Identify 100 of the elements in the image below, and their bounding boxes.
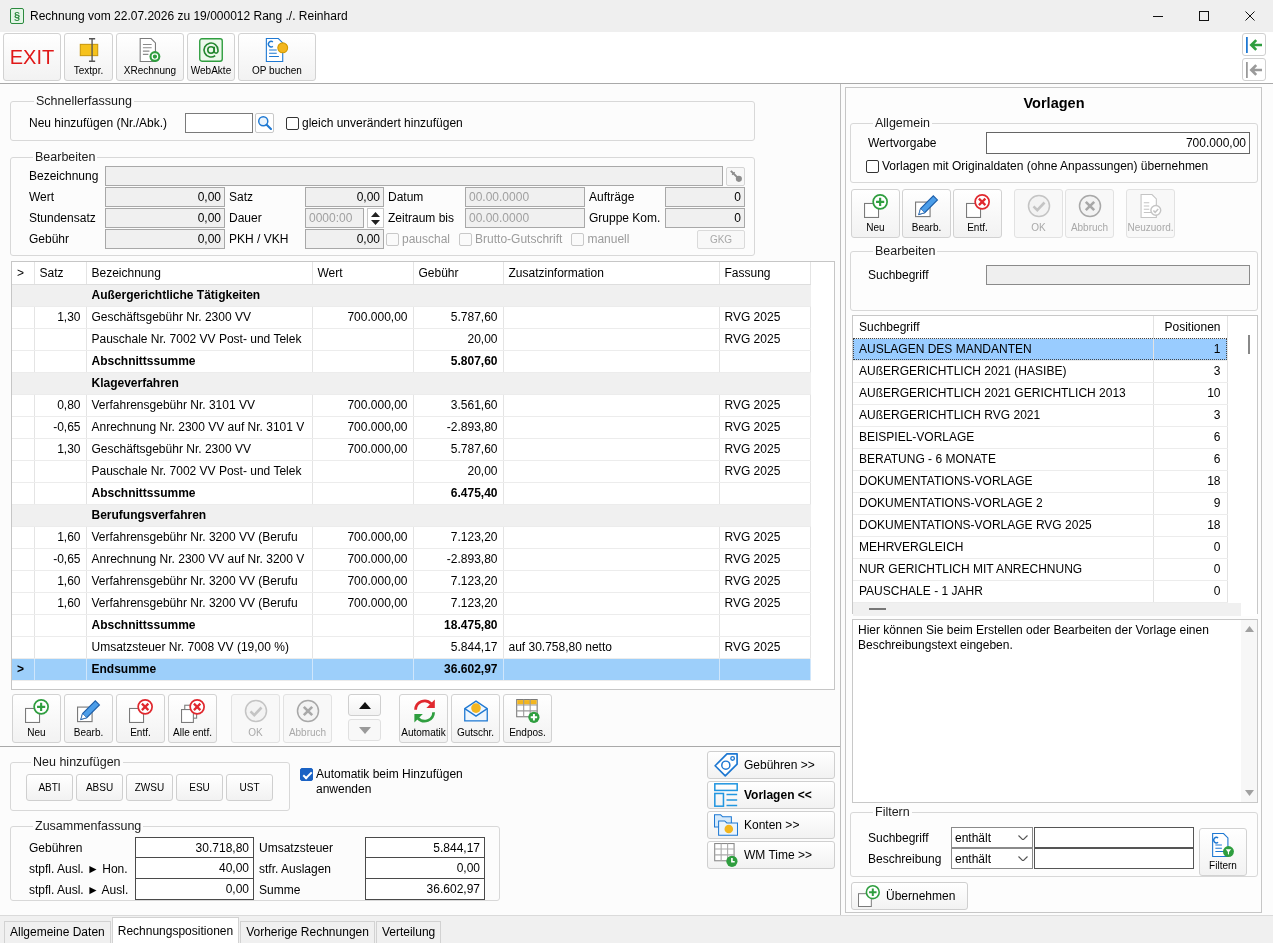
automatic-button[interactable]: Automatik: [399, 694, 448, 743]
checkbox[interactable]: [866, 159, 879, 173]
list-row[interactable]: BERATUNG - 6 MONATE 6: [853, 448, 1227, 470]
table-row[interactable]: Pauschale Nr. 7002 VV Post- und Telek 20,00 RVG 2025: [12, 328, 810, 350]
input-field[interactable]: [1034, 827, 1194, 848]
apply-button[interactable]: Übernehmen: [851, 882, 968, 910]
table-row[interactable]: 1,30 Geschäftsgebühr Nr. 2300 VV 700.000,00 5.787,60 RVG 2025: [12, 438, 810, 460]
list-row[interactable]: NUR GERICHTLICH MIT ANRECHNUNG 0: [853, 558, 1227, 580]
new-button[interactable]: Neu: [12, 694, 61, 743]
input-field[interactable]: 0,00: [305, 229, 384, 249]
up-triangle-icon: [358, 701, 371, 709]
book-button[interactable]: OP buchen: [238, 33, 316, 81]
dropdown[interactable]: enthält: [951, 827, 1033, 848]
table-row[interactable]: Berufungsverfahren: [12, 504, 810, 526]
table-row[interactable]: 1,60 Verfahrensgebühr Nr. 3200 VV (Berufu 700.000,00 7.123,20 RVG 2025: [12, 570, 810, 592]
input-field[interactable]: 0,00: [105, 208, 225, 228]
exit-button[interactable]: EXIT: [3, 33, 61, 81]
list-row[interactable]: MEHRVERGLEICH 0: [853, 536, 1227, 558]
scrollbar-thumb[interactable]: [1248, 335, 1250, 354]
dropdown[interactable]: enthält: [951, 848, 1033, 869]
tab[interactable]: Rechnungspositionen: [111, 917, 240, 943]
fees-button[interactable]: Gebühren >>: [707, 751, 835, 779]
arrow-to-bar-icon: [1246, 36, 1262, 53]
table-row[interactable]: Umsatzsteuer Nr. 7008 VV (19,00 %) 5.844,17 auf 30.758,80 netto RVG 2025: [12, 636, 810, 658]
column-header[interactable]: Suchbegriff: [853, 316, 1153, 338]
edit-button[interactable]: Bearb.: [64, 694, 113, 743]
quick-add-button[interactable]: ABSU: [76, 774, 123, 801]
column-header[interactable]: Satz: [34, 262, 86, 284]
delete-all-button[interactable]: Alle entf.: [168, 694, 217, 743]
table-row[interactable]: Abschnittssumme 5.807,60: [12, 350, 810, 372]
scrollbar-thumb[interactable]: [869, 608, 886, 610]
scrollbar[interactable]: [1241, 620, 1257, 802]
list-row[interactable]: DOKUMENTATIONS-VORLAGE RVG 2025 18: [853, 514, 1227, 536]
checkbox[interactable]: [286, 116, 299, 130]
dock-button[interactable]: [1242, 33, 1266, 56]
delete-button[interactable]: Entf.: [953, 189, 1002, 238]
down-triangle-icon: [358, 726, 371, 734]
table-cell: auf 30.758,80 netto: [503, 636, 719, 658]
table-row[interactable]: 1,60 Verfahrensgebühr Nr. 3200 VV (Berufu 700.000,00 7.123,20 RVG 2025: [12, 526, 810, 548]
table-row[interactable]: > Endsumme 36.602,97: [12, 658, 810, 680]
table-row[interactable]: 1,60 Verfahrensgebühr Nr. 3200 VV (Berufu 700.000,00 7.123,20 RVG 2025: [12, 592, 810, 614]
credit-note-button[interactable]: Gutschr.: [451, 694, 500, 743]
accounts-button[interactable]: Konten >>: [707, 811, 835, 839]
input-field[interactable]: 0: [665, 187, 745, 207]
table-row[interactable]: Abschnittssumme 18.475,80: [12, 614, 810, 636]
spin-button[interactable]: [367, 208, 384, 228]
final-position-button[interactable]: Endpos.: [503, 694, 552, 743]
list-row[interactable]: DOKUMENTATIONS-VORLAGE 18: [853, 470, 1227, 492]
move-up-button[interactable]: [348, 694, 381, 716]
list-row[interactable]: DOKUMENTATIONS-VORLAGE 2 9: [853, 492, 1227, 514]
list-row[interactable]: PAUSCHALE - 1 JAHR 0: [853, 580, 1227, 602]
list-row[interactable]: AUSLAGEN DES MANDANTEN 1: [853, 338, 1227, 360]
field-label: Umsatzsteuer: [258, 839, 335, 857]
tab[interactable]: Allgemeine Daten: [4, 921, 111, 943]
column-header[interactable]: Wert: [312, 262, 413, 284]
input-field[interactable]: [1034, 848, 1194, 869]
table-row[interactable]: Außergerichtliche Tätigkeiten: [12, 284, 810, 306]
templates-button[interactable]: Vorlagen <<: [707, 781, 835, 809]
column-header[interactable]: Gebühr: [413, 262, 503, 284]
tab[interactable]: Vorherige Rechnungen: [240, 921, 375, 943]
table-row[interactable]: 0,80 Verfahrensgebühr Nr. 3101 VV 700.000,00 3.561,60 RVG 2025: [12, 394, 810, 416]
list-row[interactable]: AUßERGERICHTLICH 2021 (HASIBE) 3: [853, 360, 1227, 382]
table-row[interactable]: -0,65 Anrechnung Nr. 2300 VV auf Nr. 3200 V 700.000,00 -2.893,80 RVG 2025: [12, 548, 810, 570]
column-header[interactable]: Fassung: [719, 262, 810, 284]
filter-button[interactable]: Filtern: [1199, 828, 1247, 876]
list-row[interactable]: BEISPIEL-VORLAGE 6: [853, 426, 1227, 448]
time-button[interactable]: WM Time >>: [707, 841, 835, 869]
key-button[interactable]: [726, 166, 745, 186]
input-field[interactable]: [105, 166, 724, 186]
checkbox[interactable]: [300, 768, 313, 781]
input-field[interactable]: 0,00: [105, 229, 225, 249]
input-field[interactable]: [185, 113, 253, 133]
list-row[interactable]: AUßERGERICHTLICH RVG 2021 3: [853, 404, 1227, 426]
quick-add-button[interactable]: ZWSU: [126, 774, 173, 801]
table-row[interactable]: 1,30 Geschäftsgebühr Nr. 2300 VV 700.000,00 5.787,60 RVG 2025: [12, 306, 810, 328]
table-cell: RVG 2025: [719, 306, 810, 328]
delete-button[interactable]: Entf.: [116, 694, 165, 743]
column-header[interactable]: Zusatzinformation: [503, 262, 719, 284]
web-file-button[interactable]: WebAkte: [187, 33, 235, 81]
list-row[interactable]: AUßERGERICHTLICH 2021 GERICHTLICH 2013 10: [853, 382, 1227, 404]
column-header[interactable]: Bezeichnung: [86, 262, 312, 284]
table-row[interactable]: Klageverfahren: [12, 372, 810, 394]
tab[interactable]: Verteilung: [375, 921, 442, 943]
quick-add-button[interactable]: UST: [226, 774, 273, 801]
table-row[interactable]: Abschnittssumme 6.475,40: [12, 482, 810, 504]
column-header[interactable]: Positionen: [1153, 316, 1227, 338]
table-row[interactable]: -0,65 Anrechnung Nr. 2300 VV auf Nr. 3101 V 700.000,00 -2.893,80 RVG 2025: [12, 416, 810, 438]
quick-add-button[interactable]: ESU: [176, 774, 223, 801]
input-field[interactable]: 0,00: [305, 187, 384, 207]
input-field[interactable]: 700.000,00: [986, 132, 1250, 154]
column-header[interactable]: >: [12, 262, 34, 284]
quick-add-button[interactable]: ABTI: [26, 774, 73, 801]
edit-button[interactable]: Bearb.: [902, 189, 951, 238]
e-invoice-button[interactable]: XRechnung: [116, 33, 184, 81]
input-field[interactable]: 0,00: [105, 187, 225, 207]
search-button[interactable]: [255, 113, 274, 133]
new-button[interactable]: Neu: [851, 189, 900, 238]
table-row[interactable]: Pauschale Nr. 7002 VV Post- und Telek 20,00 RVG 2025: [12, 460, 810, 482]
text-button[interactable]: Textpr.: [64, 33, 113, 81]
input-field[interactable]: 0: [665, 208, 745, 228]
